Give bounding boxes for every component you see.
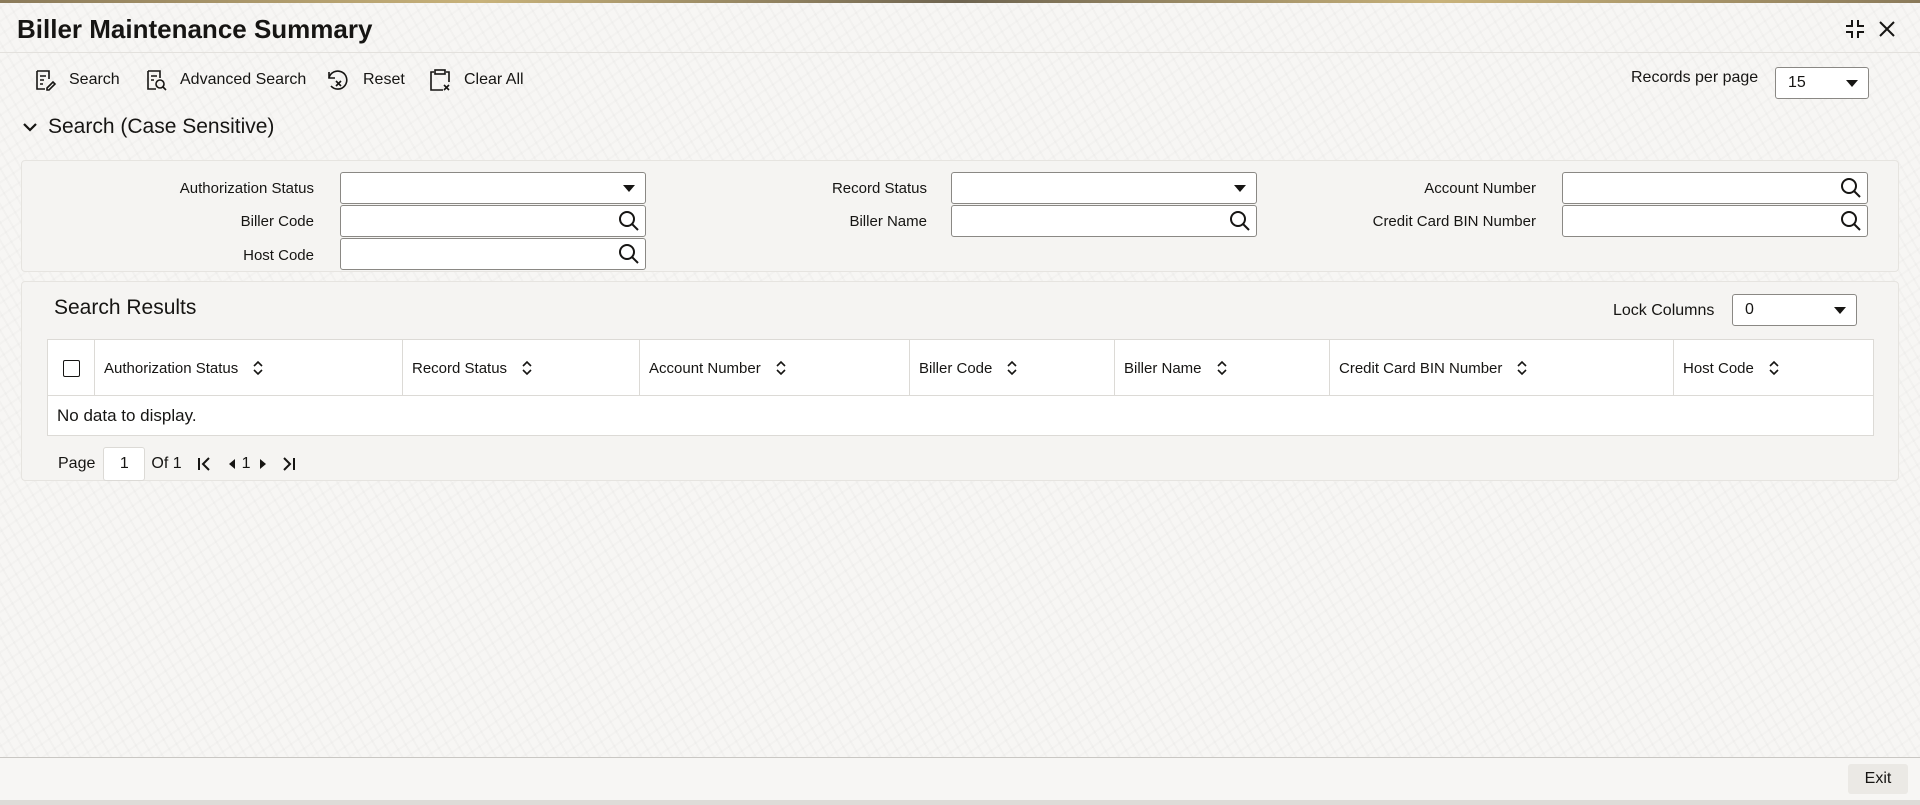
minimize-icon[interactable]: [1841, 15, 1869, 43]
search-criteria-panel: Authorization Status Record Status Accou…: [21, 160, 1899, 272]
table-header: Authorization Status Record Status Accou…: [48, 340, 1873, 396]
biller-code-field[interactable]: [340, 205, 646, 237]
host-code-label: Host Code: [243, 247, 314, 264]
sort-icon[interactable]: [252, 360, 264, 376]
footer-bar: Exit: [0, 757, 1920, 800]
records-per-page-select[interactable]: 15: [1775, 67, 1869, 99]
sort-icon[interactable]: [521, 360, 533, 376]
authorization-status-select[interactable]: [340, 172, 646, 204]
lock-columns-label: Lock Columns: [1613, 302, 1715, 319]
advanced-search-button[interactable]: Advanced Search: [144, 65, 306, 95]
results-table: Authorization Status Record Status Accou…: [47, 339, 1874, 436]
biller-name-label: Biller Name: [849, 213, 927, 230]
chevron-down-icon: [1846, 80, 1858, 87]
search-icon[interactable]: [1228, 209, 1252, 233]
chevron-down-icon: [1834, 307, 1846, 314]
search-icon[interactable]: [617, 209, 641, 233]
search-icon: [36, 70, 57, 91]
reset-button-label: Reset: [363, 71, 405, 88]
no-data-message: No data to display.: [57, 406, 197, 425]
sort-icon[interactable]: [775, 360, 787, 376]
records-per-page-value: 15: [1788, 74, 1806, 91]
page-number-input[interactable]: 1: [103, 447, 146, 481]
sort-icon[interactable]: [1006, 360, 1018, 376]
select-all-cell: [48, 340, 95, 396]
search-results-title: Search Results: [54, 296, 197, 319]
credit-card-bin-number-field[interactable]: [1562, 205, 1868, 237]
column-header-label: Host Code: [1683, 359, 1754, 377]
record-status-select[interactable]: [951, 172, 1257, 204]
search-button[interactable]: Search: [33, 65, 120, 95]
search-icon[interactable]: [1839, 176, 1863, 200]
column-header-label: Authorization Status: [104, 359, 239, 377]
page-label: Page: [58, 455, 96, 472]
credit-card-bin-number-label: Credit Card BIN Number: [1372, 213, 1536, 230]
pagination: Page 1 Of 1 1: [58, 447, 297, 481]
biller-name-field[interactable]: [951, 205, 1257, 237]
column-header-label: Credit Card BIN Number: [1339, 359, 1503, 377]
biller-maintenance-summary-window: Biller Maintenance Summary Search Advanc…: [0, 3, 1920, 800]
sort-icon[interactable]: [1768, 360, 1780, 376]
first-page-icon[interactable]: [196, 456, 212, 472]
advanced-search-icon: [147, 70, 167, 91]
previous-page-icon[interactable]: [226, 456, 238, 472]
reset-button[interactable]: Reset: [325, 65, 405, 95]
search-section-title: Search (Case Sensitive): [48, 115, 275, 138]
column-header-label: Biller Code: [919, 359, 993, 377]
column-header-label: Record Status: [412, 359, 508, 377]
last-page-icon[interactable]: [281, 456, 297, 472]
lock-columns-value: 0: [1745, 301, 1754, 318]
column-header-label: Account Number: [649, 359, 761, 377]
search-section-toggle[interactable]: Search (Case Sensitive): [22, 115, 274, 139]
search-icon[interactable]: [617, 242, 641, 266]
page-title: Biller Maintenance Summary: [17, 14, 373, 44]
chevron-down-icon: [23, 123, 37, 132]
column-header-authorization-status[interactable]: Authorization Status: [95, 340, 403, 396]
authorization-status-label: Authorization Status: [179, 180, 314, 197]
sort-icon[interactable]: [1516, 360, 1528, 376]
exit-button[interactable]: Exit: [1848, 764, 1908, 794]
reset-icon: [328, 70, 348, 90]
search-results-panel: Search Results Lock Columns 0 Authorizat…: [21, 281, 1899, 481]
clear-all-button[interactable]: Clear All: [428, 65, 524, 95]
column-header-biller-name[interactable]: Biller Name: [1115, 340, 1330, 396]
current-page-number: 1: [241, 455, 251, 472]
record-status-label: Record Status: [831, 180, 927, 197]
column-header-label: Biller Name: [1124, 359, 1202, 377]
chevron-down-icon: [1234, 185, 1246, 192]
title-bar: Biller Maintenance Summary: [0, 3, 1920, 53]
sort-icon[interactable]: [1216, 360, 1228, 376]
page-number-value: 1: [119, 455, 129, 472]
bottom-strip: [0, 800, 1920, 805]
lock-columns-select[interactable]: 0: [1732, 294, 1857, 326]
account-number-label: Account Number: [1424, 180, 1536, 197]
toolbar: Search Advanced Search Reset Clear All R…: [0, 61, 1920, 101]
select-all-checkbox[interactable]: [62, 359, 80, 377]
host-code-field[interactable]: [340, 238, 646, 270]
account-number-field[interactable]: [1562, 172, 1868, 204]
advanced-search-button-label: Advanced Search: [180, 71, 307, 88]
column-header-account-number[interactable]: Account Number: [640, 340, 910, 396]
column-header-host-code[interactable]: Host Code: [1674, 340, 1873, 396]
next-page-icon[interactable]: [257, 456, 269, 472]
column-header-record-status[interactable]: Record Status: [403, 340, 640, 396]
chevron-down-icon: [623, 185, 635, 192]
close-icon[interactable]: [1873, 15, 1901, 43]
search-button-label: Search: [69, 71, 120, 88]
biller-code-label: Biller Code: [240, 213, 314, 230]
search-icon[interactable]: [1839, 209, 1863, 233]
clear-all-icon: [430, 69, 450, 91]
records-per-page-label: Records per page: [1631, 69, 1759, 86]
column-header-biller-code[interactable]: Biller Code: [910, 340, 1115, 396]
column-header-credit-card-bin-number[interactable]: Credit Card BIN Number: [1330, 340, 1674, 396]
page-of-label: Of 1: [151, 455, 182, 472]
clear-all-button-label: Clear All: [464, 71, 524, 88]
